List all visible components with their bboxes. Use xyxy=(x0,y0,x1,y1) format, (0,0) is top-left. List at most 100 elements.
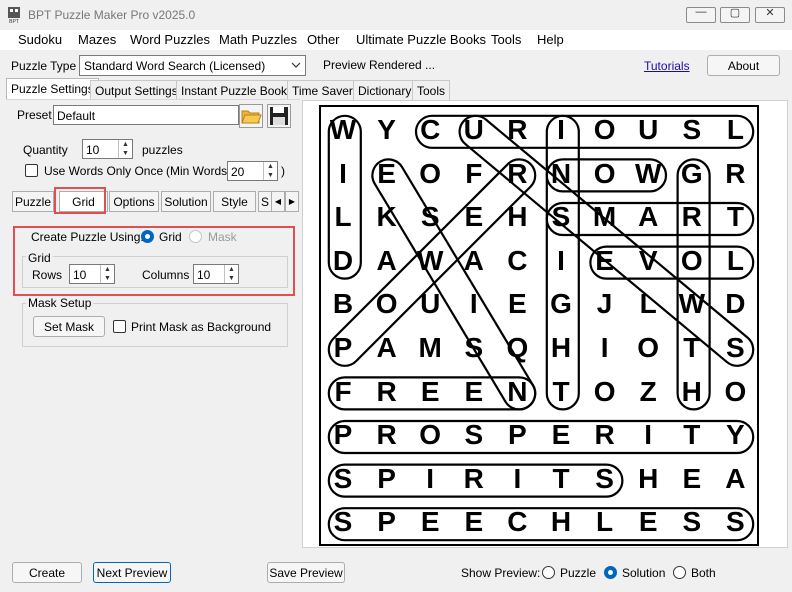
scroll-left-icon[interactable]: ◀ xyxy=(271,191,285,212)
use-words-once-checkbox[interactable] xyxy=(25,164,38,177)
close-button[interactable]: ✕ xyxy=(755,7,785,23)
grid-cell: H xyxy=(507,201,528,233)
grid-cell: W xyxy=(678,288,706,320)
spin-up-icon[interactable]: ▲ xyxy=(119,140,132,149)
grid-cell: O xyxy=(419,419,442,451)
grid-cell: E xyxy=(420,375,440,407)
quantity-stepper[interactable]: 10 ▲ ▼ xyxy=(82,139,133,159)
preset-input[interactable]: Default xyxy=(53,105,239,125)
grid-cell: R xyxy=(681,201,702,233)
maximize-button[interactable]: ▢ xyxy=(720,7,750,23)
grid-cell: D xyxy=(332,244,354,276)
menu-sudoku[interactable]: Sudoku xyxy=(18,32,62,47)
menu-ultimate-puzzle-books[interactable]: Ultimate Puzzle Books xyxy=(356,32,486,47)
grid-cell: R xyxy=(376,375,397,407)
save-preview-button[interactable]: Save Preview xyxy=(267,562,345,583)
about-button[interactable]: About xyxy=(707,55,780,76)
quantity-spin[interactable]: ▲ ▼ xyxy=(118,140,132,158)
grid-cell: O xyxy=(593,375,616,407)
menu-tools[interactable]: Tools xyxy=(491,32,521,47)
spin-down-icon[interactable]: ▼ xyxy=(264,171,277,180)
save-icon[interactable] xyxy=(267,104,291,128)
close-icon: ✕ xyxy=(765,7,775,19)
subtab-options[interactable]: Options xyxy=(109,191,159,212)
grid-cell: B xyxy=(332,288,354,320)
minimize-icon: — xyxy=(695,6,707,18)
grid-cell: P xyxy=(377,506,396,538)
grid-cell: R xyxy=(725,157,746,189)
minimize-button[interactable]: — xyxy=(686,6,716,23)
puzzle-type-select[interactable]: Standard Word Search (Licensed) xyxy=(79,55,306,76)
print-mask-label: Print Mask as Background xyxy=(131,320,272,334)
grid-cell: I xyxy=(600,332,609,363)
min-words-label: (Min Words: xyxy=(166,164,231,178)
subtab-more[interactable]: S xyxy=(258,191,272,212)
scroll-right-icon[interactable]: ▶ xyxy=(285,191,299,212)
tab-dictionary[interactable]: Dictionary xyxy=(353,80,417,100)
grid-cell: S xyxy=(726,506,745,538)
grid-cell: I xyxy=(469,288,478,320)
grid-cell: E xyxy=(464,201,484,233)
radio-preview-solution[interactable] xyxy=(604,566,617,579)
print-mask-checkbox[interactable] xyxy=(113,320,126,333)
grid-cell: A xyxy=(463,244,484,276)
grid-cell: W xyxy=(634,157,662,189)
tab-output-settings[interactable]: Output Settings xyxy=(90,80,183,100)
open-folder-icon[interactable] xyxy=(239,104,263,128)
grid-cell: M xyxy=(592,201,617,233)
grid-cell: R xyxy=(507,157,528,189)
grid-cell: M xyxy=(418,332,442,363)
menu-mazes[interactable]: Mazes xyxy=(78,32,116,47)
tab-tools[interactable]: Tools xyxy=(412,80,451,100)
grid-cell: N xyxy=(507,375,528,407)
subtab-puzzle[interactable]: Puzzle xyxy=(12,191,54,212)
next-preview-button[interactable]: Next Preview xyxy=(93,562,171,583)
grid-cell: R xyxy=(507,114,528,145)
puzzle-settings-panel: Preset Default Quantity 10 ▲ ▼ puzzles Us… xyxy=(6,99,300,547)
grid-cell: O xyxy=(375,288,398,320)
spin-down-icon[interactable]: ▼ xyxy=(119,149,132,158)
grid-cell: S xyxy=(464,332,484,363)
grid-cell: T xyxy=(552,375,570,407)
radio-preview-both[interactable] xyxy=(673,566,686,579)
tab-instant-puzzle-books[interactable]: Instant Puzzle Books xyxy=(176,80,299,100)
grid-cell: A xyxy=(376,332,397,363)
min-words-stepper[interactable]: 20 ▲ ▼ xyxy=(227,161,278,181)
menu-word-puzzles[interactable]: Word Puzzles xyxy=(130,32,210,47)
grid-cell: E xyxy=(464,506,484,538)
menu-help[interactable]: Help xyxy=(537,32,564,47)
grid-cell: T xyxy=(683,332,701,363)
grid-cell: L xyxy=(726,244,744,276)
grid-cell: R xyxy=(463,462,484,494)
grid-cell: S xyxy=(333,462,353,494)
menu-math-puzzles[interactable]: Math Puzzles xyxy=(219,32,297,47)
create-button[interactable]: Create xyxy=(12,562,82,583)
grid-cell: S xyxy=(726,332,745,363)
min-words-spin[interactable]: ▲ ▼ xyxy=(263,162,277,180)
tab-puzzle-settings[interactable]: Puzzle Settings xyxy=(6,78,99,100)
grid-cell: K xyxy=(376,201,397,233)
grid-cell: R xyxy=(594,419,615,451)
set-mask-button[interactable]: Set Mask xyxy=(33,316,105,337)
tutorials-link[interactable]: Tutorials xyxy=(644,59,690,73)
grid-cell: T xyxy=(683,419,701,451)
subtab-style[interactable]: Style xyxy=(213,191,256,212)
grid-cell: E xyxy=(377,157,396,189)
tab-time-saver[interactable]: Time Saver xyxy=(287,80,358,100)
radio-preview-puzzle[interactable] xyxy=(542,566,555,579)
grid-cell: O xyxy=(419,157,442,189)
spin-up-icon[interactable]: ▲ xyxy=(264,162,277,171)
grid-cell: I xyxy=(644,419,653,451)
grid-cell: H xyxy=(550,332,572,363)
title-bar: BPT BPT Puzzle Maker Pro v2025.0 — ▢ ✕ xyxy=(0,0,792,30)
grid-cell: D xyxy=(725,288,746,320)
grid-cell: S xyxy=(682,506,702,538)
grid-cell: I xyxy=(557,244,565,276)
grid-cell: H xyxy=(681,375,702,407)
grid-cell: S xyxy=(464,419,484,451)
mask-setup-title: Mask Setup xyxy=(26,296,94,310)
grid-cell: O xyxy=(724,375,747,407)
grid-cell: H xyxy=(550,506,572,538)
menu-other[interactable]: Other xyxy=(307,32,340,47)
subtab-solution[interactable]: Solution xyxy=(161,191,211,212)
